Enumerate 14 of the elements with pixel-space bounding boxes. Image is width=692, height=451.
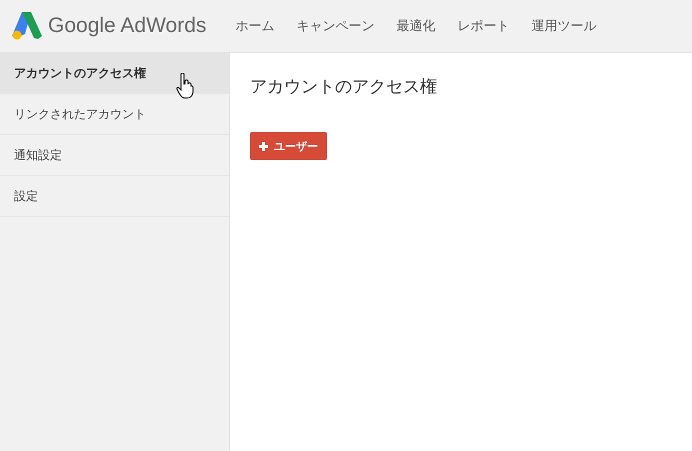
nav-link[interactable]: 最適化 [385,17,446,35]
sidebar-item[interactable]: 通知設定 [0,135,229,176]
sidebar-item[interactable]: アカウントのアクセス権 [0,53,229,94]
nav-link[interactable]: レポート [446,17,520,35]
nav-link[interactable]: キャンペーン [285,17,386,35]
plus-icon [259,142,268,150]
adwords-logo-icon [12,12,42,40]
page-title: アカウントのアクセス権 [250,76,438,98]
nav-link[interactable]: 運用ツール [520,17,608,35]
add-user-button[interactable]: ユーザー [250,132,327,160]
sidebar-item[interactable]: 設定 [0,176,229,217]
hand-cursor-icon [176,73,194,99]
logo-text: Google AdWords [48,14,206,38]
nav-link[interactable]: ホーム [224,17,286,35]
